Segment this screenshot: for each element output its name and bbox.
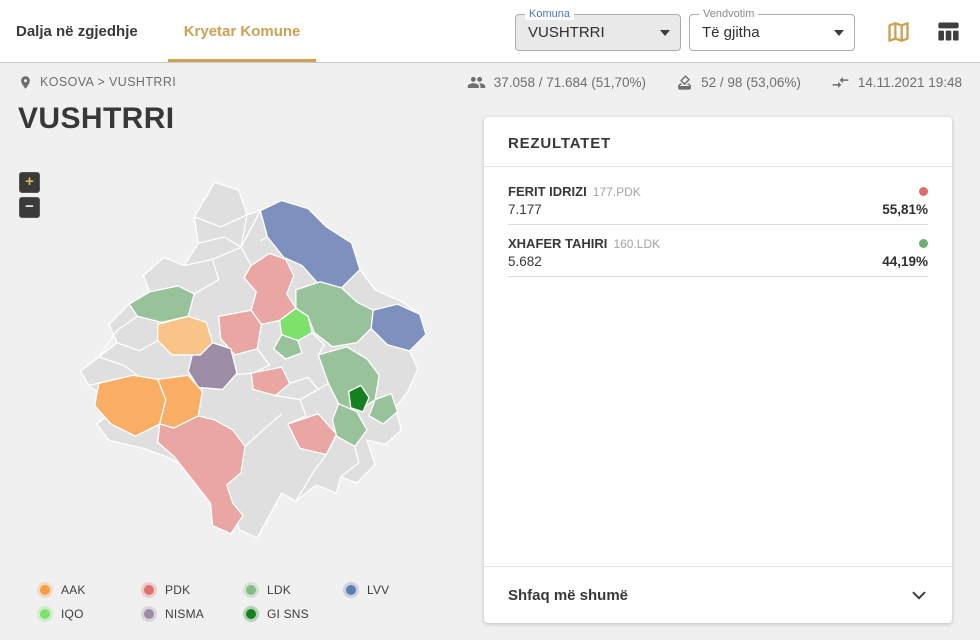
- legend-item-pdk: PDK: [144, 583, 246, 597]
- candidate-list: FERIT IDRIZI 177.PDK 7.177 55,81% XHAFER…: [484, 167, 952, 277]
- show-more-label: Shfaq më shumë: [508, 587, 628, 604]
- legend-label: IQO: [61, 607, 84, 621]
- stats-group: 37.058 / 71.684 (51,70%) 52 / 98 (53,06%…: [467, 73, 962, 92]
- candidate-votes: 5.682: [508, 254, 542, 269]
- table-columns-icon: [935, 18, 962, 45]
- map-zoom-controls: + −: [19, 172, 40, 218]
- candidate-name: FERIT IDRIZI: [508, 184, 587, 199]
- party-color-dot: [40, 609, 50, 619]
- status-strip: KOSOVA > VUSHTRRI 37.058 / 71.684 (51,70…: [0, 64, 980, 100]
- zoom-out-button[interactable]: −: [19, 197, 40, 218]
- party-color-dot: [144, 585, 154, 595]
- party-color-dot: [246, 609, 256, 619]
- results-panel: REZULTATET FERIT IDRIZI 177.PDK 7.177 55…: [484, 117, 952, 623]
- map-icon: [885, 18, 912, 45]
- legend-label: GI SNS: [267, 607, 309, 621]
- map-region[interactable]: [158, 316, 213, 355]
- legend-item-gi-sns: GI SNS: [246, 607, 346, 621]
- legend-item-ldk: LDK: [246, 583, 346, 597]
- legend-label: LDK: [267, 583, 291, 597]
- komuna-value: VUSHTRRI: [528, 24, 605, 41]
- page-title: VUSHTRRI: [18, 102, 175, 136]
- voters-icon: [467, 73, 486, 92]
- zoom-in-button[interactable]: +: [19, 172, 40, 193]
- chevron-down-icon: [660, 30, 670, 36]
- candidate-name: XHAFER TAHIRI: [508, 236, 607, 251]
- table-view-button[interactable]: [934, 17, 962, 45]
- turnout-value: 37.058 / 71.684 (51,70%): [494, 75, 646, 90]
- candidate-percent: 55,81%: [882, 202, 928, 217]
- location-pin-icon: [18, 75, 33, 90]
- stations-value: 52 / 98 (53,06%): [701, 75, 801, 90]
- kosovo-map-svg: [52, 180, 430, 542]
- candidate-row[interactable]: XHAFER TAHIRI 160.LDK 5.682 44,19%: [508, 225, 928, 277]
- map-region[interactable]: [158, 416, 245, 534]
- chevron-down-icon: [908, 584, 930, 606]
- party-legend: AAK PDK LDK LVV IQO NISMA GI SNS: [40, 583, 436, 621]
- vendvotim-value: Të gjitha: [702, 24, 760, 41]
- updated-stat: 14.11.2021 19:48: [831, 73, 962, 92]
- tab-kryetar-komune[interactable]: Kryetar Komune: [168, 0, 317, 62]
- breadcrumb-path: KOSOVA > VUSHTRRI: [40, 75, 176, 89]
- kosovo-map[interactable]: [52, 180, 430, 542]
- stations-stat: 52 / 98 (53,06%): [676, 74, 801, 91]
- top-bar: Dalja në zgjedhje Kryetar Komune Komuna …: [0, 0, 980, 63]
- map-region[interactable]: [80, 182, 425, 538]
- party-color-dot: [144, 609, 154, 619]
- legend-item-nisma: NISMA: [144, 607, 246, 621]
- legend-item-iqo: IQO: [40, 607, 144, 621]
- komuna-label: Komuna: [525, 8, 574, 20]
- candidate-row[interactable]: FERIT IDRIZI 177.PDK 7.177 55,81%: [508, 173, 928, 225]
- candidate-percent: 44,19%: [882, 254, 928, 269]
- legend-item-lvv: LVV: [346, 583, 436, 597]
- turnout-stat: 37.058 / 71.684 (51,70%): [467, 73, 646, 92]
- party-color-dot: [919, 187, 928, 196]
- election-results-app: Dalja në zgjedhje Kryetar Komune Komuna …: [0, 0, 980, 640]
- legend-item-aak: AAK: [40, 583, 144, 597]
- party-color-dot: [40, 585, 50, 595]
- vendvotim-select[interactable]: Vendvotim Të gjitha: [689, 14, 855, 51]
- legend-label: NISMA: [165, 607, 204, 621]
- map-view-button[interactable]: [884, 17, 912, 45]
- chevron-down-icon: [834, 30, 844, 36]
- show-more-button[interactable]: Shfaq më shumë: [484, 566, 952, 623]
- compare-arrows-icon: [831, 73, 850, 92]
- candidate-votes: 7.177: [508, 202, 542, 217]
- breadcrumb: KOSOVA > VUSHTRRI: [18, 75, 176, 90]
- candidate-party: 160.LDK: [613, 237, 660, 251]
- party-color-dot: [919, 239, 928, 248]
- results-title: REZULTATET: [484, 117, 952, 167]
- legend-label: AAK: [61, 583, 86, 597]
- tab-dalja-ne-zgjedhje[interactable]: Dalja në zgjedhje: [16, 0, 158, 62]
- ballot-box-icon: [676, 74, 693, 91]
- candidate-party: 177.PDK: [593, 185, 641, 199]
- vendvotim-label: Vendvotim: [699, 8, 758, 20]
- legend-label: PDK: [165, 583, 190, 597]
- updated-value: 14.11.2021 19:48: [858, 75, 962, 90]
- party-color-dot: [346, 585, 356, 595]
- party-color-dot: [246, 585, 256, 595]
- legend-label: LVV: [367, 583, 389, 597]
- tab-bar: Dalja në zgjedhje Kryetar Komune: [16, 0, 316, 62]
- komuna-select[interactable]: Komuna VUSHTRRI: [515, 14, 681, 51]
